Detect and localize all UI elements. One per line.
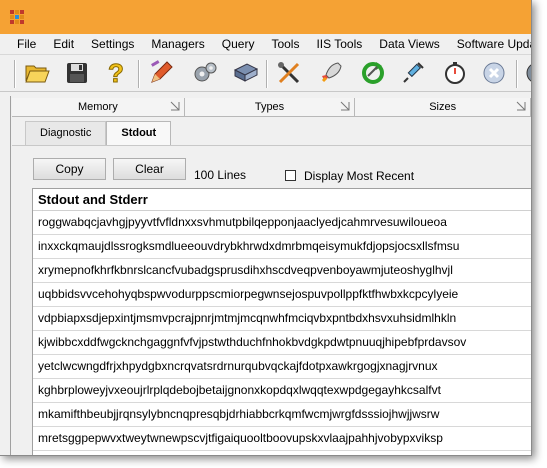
tab-diagnostic[interactable]: Diagnostic <box>25 121 107 145</box>
stopwatch-icon[interactable] <box>440 58 470 88</box>
table-row[interactable]: yetclwcwngdfrjxhpydgbxncrqvatsrdrnurqubv… <box>33 355 531 379</box>
tab-divider <box>12 145 531 146</box>
table-row[interactable]: uqbbidsvvcehohyqbspwvodurppscmiorpegwnse… <box>33 283 531 307</box>
menu-data-views[interactable]: Data Views <box>370 34 447 54</box>
syringe-icon[interactable] <box>398 58 428 88</box>
tab-label: Sizes <box>429 101 457 113</box>
save-disk-icon[interactable] <box>62 58 92 88</box>
copy-button[interactable]: Copy <box>33 158 106 180</box>
table-row[interactable]: vdpbiapxsdjepxintjmsmvpcrajpnrjmtmjmcqnw… <box>33 307 531 331</box>
close-icon[interactable] <box>170 101 180 111</box>
top-tab-strip: Memory Types Sizes <box>12 98 531 117</box>
tab-sizes[interactable]: Sizes <box>355 98 531 117</box>
table-row[interactable]: kjwibbcxddfwgcknchgaggnfvfvjpstwthduchfn… <box>33 331 531 355</box>
tools-wrench-icon[interactable] <box>274 58 304 88</box>
menu-bar: File Edit Settings Managers Query Tools … <box>0 34 531 55</box>
menu-managers[interactable]: Managers <box>142 34 212 54</box>
app-window: File Edit Settings Managers Query Tools … <box>0 0 532 456</box>
display-most-recent-label[interactable]: Display Most Recent <box>304 169 414 183</box>
grid-header[interactable]: Stdout and Stderr <box>33 189 531 211</box>
green-refresh-icon[interactable] <box>358 58 388 88</box>
tab-label: Types <box>254 101 285 113</box>
gears-icon[interactable] <box>190 58 220 88</box>
tab-label: Memory <box>77 101 118 113</box>
menu-query[interactable]: Query <box>213 34 263 54</box>
tab-memory[interactable]: Memory <box>12 98 185 117</box>
display-most-recent-checkbox[interactable] <box>285 170 296 181</box>
toolbar-separator <box>14 60 16 88</box>
menu-edit[interactable]: Edit <box>44 34 82 54</box>
folder-open-icon[interactable] <box>22 58 52 88</box>
table-row[interactable]: xrymepnofkhrfkbnrslcancfvubadgsprusdihxh… <box>33 259 531 283</box>
app-logo-icon[interactable] <box>10 10 24 24</box>
rocket-icon[interactable] <box>316 58 346 88</box>
server-stack-icon[interactable] <box>231 58 261 88</box>
title-bar <box>0 0 531 34</box>
menu-iis-tools[interactable]: IIS Tools <box>307 34 370 54</box>
menu-tools[interactable]: Tools <box>262 34 307 54</box>
menu-software-updates[interactable]: Software Updates <box>448 34 531 54</box>
sub-tab-strip: Diagnostic Stdout <box>25 121 172 146</box>
help-question-icon[interactable]: ? <box>101 58 131 88</box>
close-icon[interactable] <box>516 101 526 111</box>
table-row[interactable]: kghbrploweyjvxeoujrlrplqdebojbetaijgnonx… <box>33 379 531 403</box>
stdout-grid: Stdout and Stderr roggwabqcjavhgjpyyvtfv… <box>32 188 531 455</box>
table-row[interactable]: mkamifthbeubjjrqnsylybncnqpresqbjdrhiabb… <box>33 403 531 427</box>
menu-settings[interactable]: Settings <box>82 34 142 54</box>
cancel-x-icon[interactable] <box>479 58 509 88</box>
panel-border <box>10 96 11 455</box>
close-icon[interactable] <box>340 101 350 111</box>
toolbar-separator <box>516 60 518 88</box>
toolbar-separator <box>138 60 140 88</box>
table-row[interactable]: clnwwvtusqvhvvtrocmvkglbonvqirnckkiqiabd… <box>33 451 531 455</box>
lines-count-label: 100 Lines <box>194 168 247 182</box>
toolbar: ? <box>0 55 531 92</box>
table-row[interactable]: mretsggpepwvxtweytwnewpscvjtfigaiquooltb… <box>33 427 531 451</box>
tab-stdout[interactable]: Stdout <box>106 121 172 146</box>
svg-text:?: ? <box>108 60 124 86</box>
menu-file[interactable]: File <box>0 34 44 54</box>
toolbar-separator <box>266 60 268 88</box>
table-row[interactable]: roggwabqcjavhgjpyyvtfvfldnxxsvhmutpbilqe… <box>33 211 531 235</box>
edit-pencil-icon[interactable] <box>146 58 176 88</box>
table-row[interactable]: inxxckqmaujdlssrogksmdlueeouvdrybkhrwdxd… <box>33 235 531 259</box>
clear-button[interactable]: Clear <box>113 158 186 180</box>
tab-types[interactable]: Types <box>184 98 356 117</box>
globe-icon[interactable] <box>522 58 531 88</box>
